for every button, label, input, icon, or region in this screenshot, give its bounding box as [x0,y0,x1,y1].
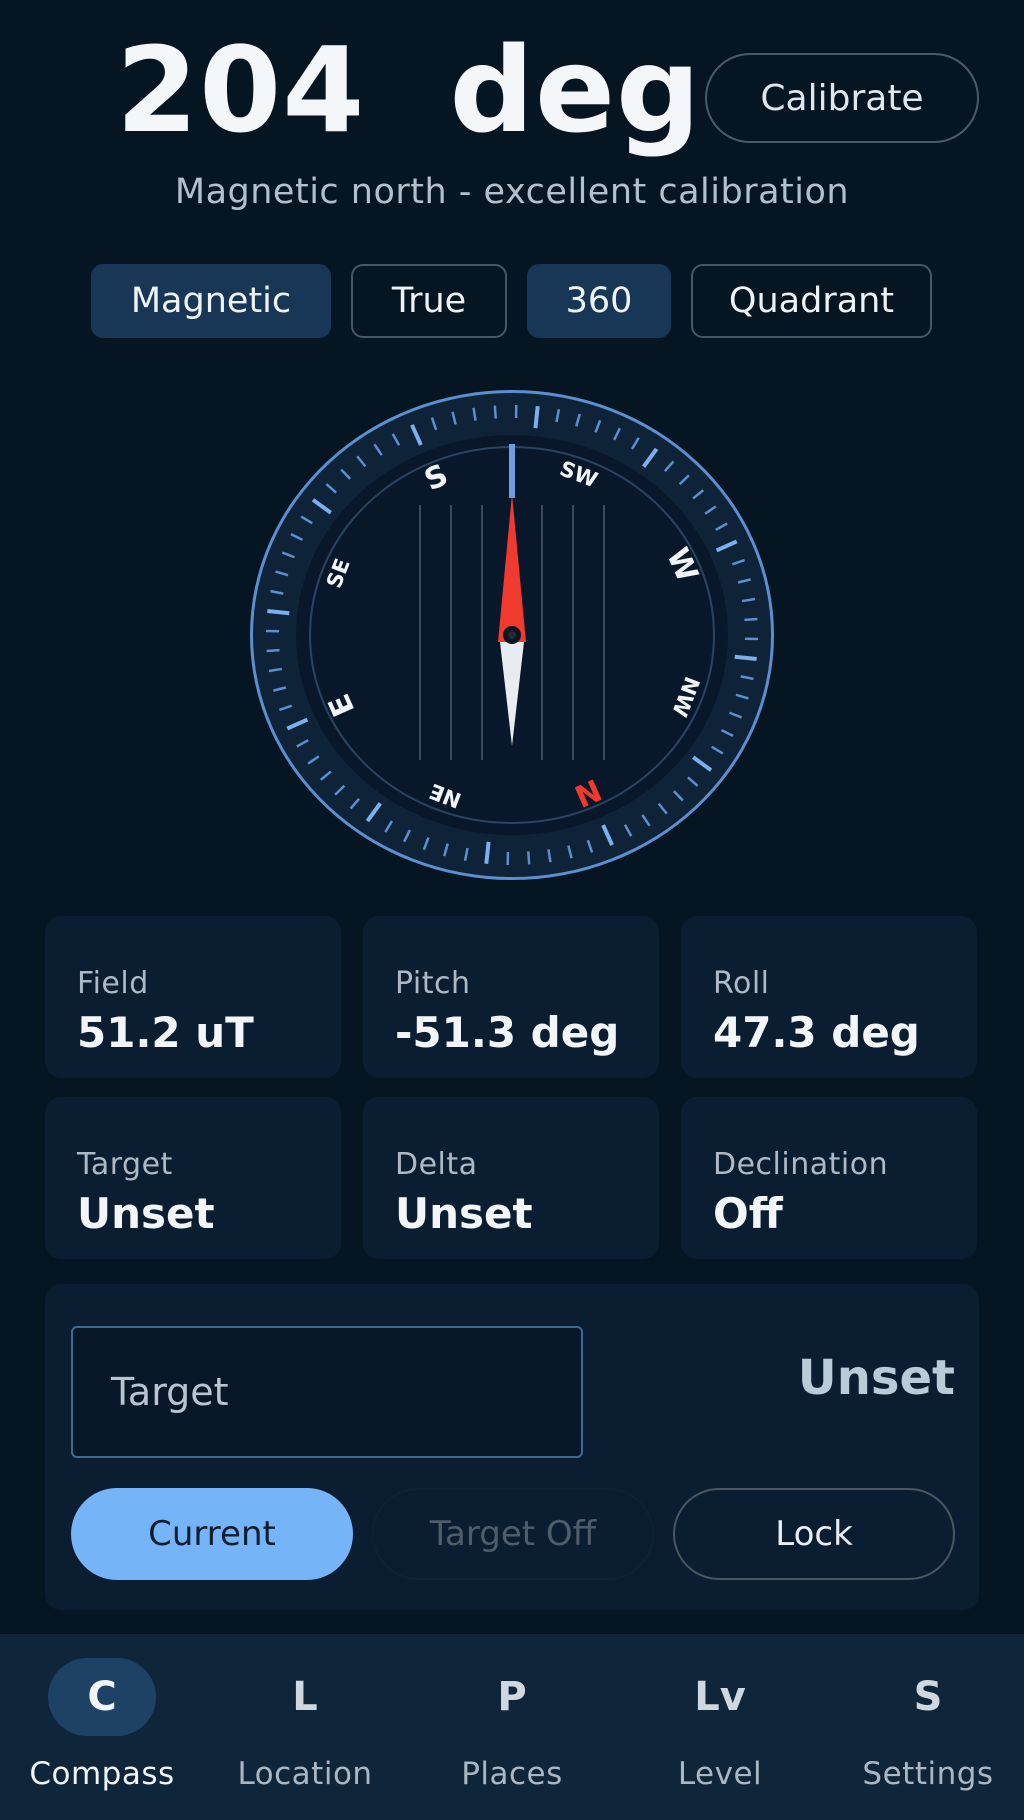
stat-value: Unset [395,1189,533,1238]
calibrate-button[interactable]: Calibrate [705,53,979,143]
lubber-line-marker [509,444,515,498]
compass-tick [734,654,757,662]
needle-pivot-center [508,631,516,639]
target-off-button[interactable]: Target Off [372,1488,654,1580]
nav-item-location[interactable]: L Location [203,1634,407,1820]
nav-label: Compass [29,1756,175,1792]
mode-360-button[interactable]: 360 [527,264,671,338]
target-input[interactable] [71,1326,583,1458]
nav-label: Settings [862,1756,994,1792]
mode-quadrant-button[interactable]: Quadrant [691,264,932,338]
stat-value: 51.2 uT [77,1008,254,1057]
compass-tick [533,406,540,429]
heading-header: 204 deg Calibrate [0,30,1024,150]
level-nav-icon: Lv [694,1674,746,1720]
compass-tick [267,608,290,616]
target-status: Unset [797,1350,955,1406]
nav-label: Level [677,1756,763,1792]
current-button[interactable]: Current [71,1488,353,1580]
stat-label: Delta [395,1147,478,1182]
compass-tick [266,648,280,653]
nav-item-compass[interactable]: C Compass [0,1634,204,1820]
compass-nav-icon: C [48,1658,156,1736]
location-nav-icon: L [292,1674,318,1720]
stat-label: Pitch [395,966,471,1001]
nav-item-settings[interactable]: S Settings [826,1634,1024,1820]
nav-label: Location [237,1756,373,1792]
stat-card-field: Field 51.2 uT [45,916,341,1078]
compass-tick [493,405,497,419]
stat-card-declination: Declination Off [681,1097,977,1259]
target-panel: Unset Current Target Off Lock [45,1284,979,1610]
mode-magnetic-button[interactable]: Magnetic [91,264,331,338]
stat-card-pitch: Pitch -51.3 deg [363,916,659,1078]
places-nav-icon: P [497,1674,527,1720]
stat-value: 47.3 deg [713,1008,920,1057]
stat-label: Target [77,1147,173,1182]
mode-true-button[interactable]: True [351,264,507,338]
compass-tick [484,841,491,864]
compass-svg: NNEESES SWWNW [250,390,774,880]
lock-button[interactable]: Lock [673,1488,955,1580]
stat-card-delta: Delta Unset [363,1097,659,1259]
compass-tick [744,617,758,622]
compass-dial: N NE E SE S SW W NW [250,390,774,880]
settings-nav-icon: S [913,1674,943,1720]
stat-card-roll: Roll 47.3 deg [681,916,977,1078]
calibration-status: Magnetic north - excellent calibration [174,172,850,212]
bottom-navigation: C Compass L Location P Places Lv Level S… [0,1634,1024,1820]
nav-label: Places [461,1756,563,1792]
nav-item-level[interactable]: Lv Level [618,1634,822,1820]
compass-tick [527,851,531,865]
stat-value: -51.3 deg [395,1008,620,1057]
stat-label: Roll [713,966,770,1001]
stat-card-target: Target Unset [45,1097,341,1259]
stat-value: Off [713,1189,783,1238]
nav-item-places[interactable]: P Places [410,1634,614,1820]
stat-label: Declination [713,1147,889,1182]
heading-readout: 204 deg [116,21,702,159]
stat-label: Field [77,966,149,1001]
stat-value: Unset [77,1189,215,1238]
